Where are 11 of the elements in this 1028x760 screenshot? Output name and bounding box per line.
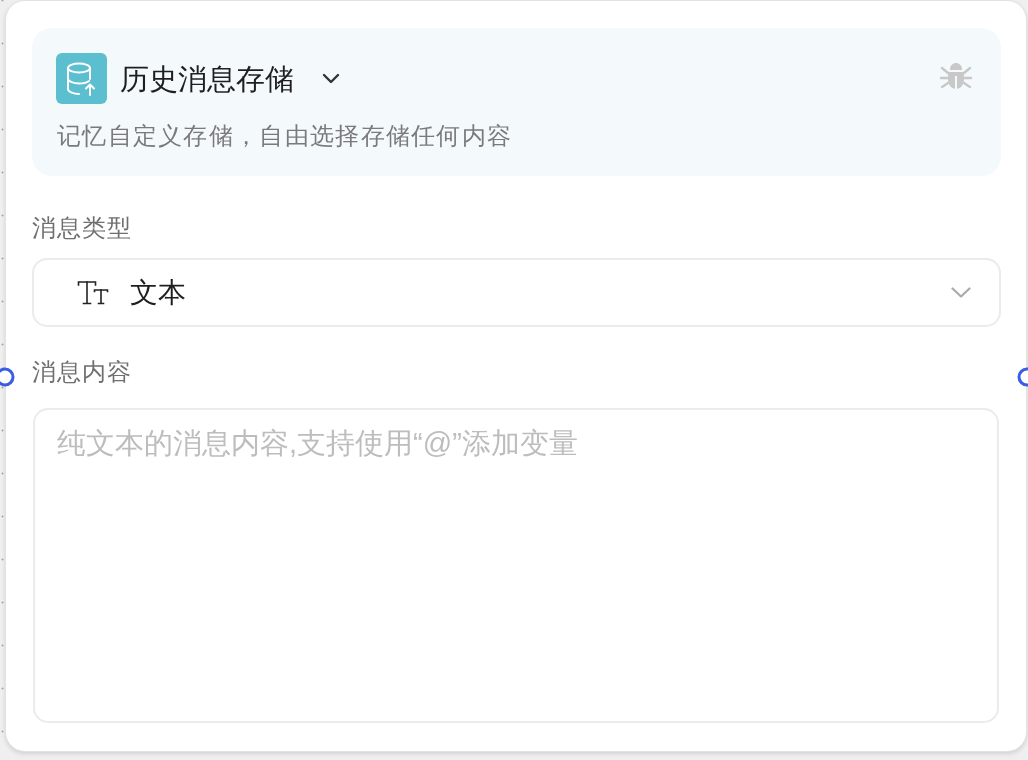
caret-icon bbox=[951, 287, 971, 298]
message-content-field[interactable]: 纯文本的消息内容,支持使用“@”添加变量 bbox=[33, 408, 999, 723]
caret-icon[interactable] bbox=[322, 73, 340, 84]
message-type-select[interactable]: 文本 bbox=[32, 258, 1001, 327]
text-type-icon bbox=[77, 279, 109, 306]
field-label: 消息内容 bbox=[32, 357, 133, 387]
database-icon bbox=[56, 53, 107, 104]
connection-handle-icon[interactable] bbox=[0, 367, 15, 387]
node-title: 历史消息存储 bbox=[120, 61, 294, 97]
node-description: 记忆自定义存储，自由选择存储任何内容 bbox=[57, 121, 514, 151]
field-label: 消息类型 bbox=[32, 213, 133, 243]
